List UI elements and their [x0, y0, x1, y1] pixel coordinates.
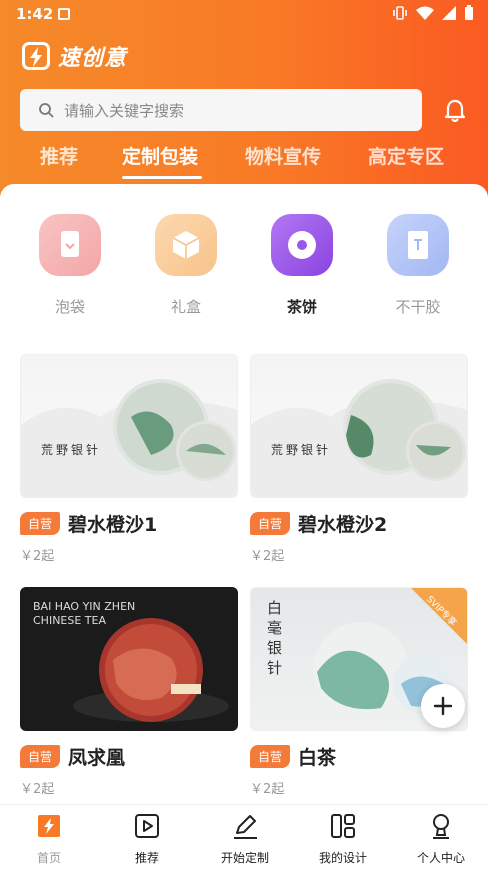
- nav-start-custom[interactable]: 开始定制: [196, 811, 294, 866]
- product-image: 荒野银针: [20, 354, 238, 498]
- search-input[interactable]: 请输入关键字搜索: [20, 89, 422, 131]
- nav-profile[interactable]: 个人中心: [392, 811, 488, 866]
- category-sticker[interactable]: 不干胶: [378, 214, 458, 317]
- product-price: ￥2起: [250, 782, 285, 797]
- logo-text: 速创意: [58, 46, 128, 71]
- tab-promo-materials[interactable]: 物料宣传: [245, 142, 321, 169]
- notification-icon: [58, 8, 70, 20]
- category-pouch[interactable]: 泡袋: [30, 214, 110, 317]
- sticker-icon: [387, 214, 449, 276]
- status-bar: 1:42: [0, 0, 488, 30]
- status-time: 1:42: [16, 5, 54, 23]
- nav-label: 个人中心: [416, 851, 465, 865]
- product-title: 凤求凰: [68, 747, 126, 769]
- home-icon: [38, 815, 60, 837]
- nav-recommend[interactable]: 推荐: [98, 811, 196, 866]
- nav-my-design[interactable]: 我的设计: [294, 811, 392, 866]
- self-operated-badge: 自营: [250, 745, 291, 768]
- app-logo: 速创意: [22, 40, 127, 72]
- category-tabs: 推荐 定制包装 物料宣传 高定专区: [0, 142, 488, 182]
- category-label: 礼盒: [170, 298, 201, 316]
- tab-premium-zone[interactable]: 高定专区: [368, 142, 444, 169]
- nav-home[interactable]: 首页: [0, 811, 98, 866]
- header: 1:42 速创意 请输入关键字搜索 推荐 定制包装 物料宣传 高定专区: [0, 0, 488, 210]
- layout-icon: [331, 814, 355, 838]
- category-label: 茶饼: [286, 298, 317, 316]
- self-operated-badge: 自营: [20, 745, 61, 768]
- status-icons: [392, 5, 474, 21]
- product-card[interactable]: 荒野银针 自营 碧水橙沙1 ￥2起: [20, 354, 238, 564]
- logo-icon: [22, 42, 50, 70]
- self-operated-badge: 自营: [250, 512, 291, 535]
- tab-custom-packaging[interactable]: 定制包装: [122, 142, 198, 169]
- category-label: 不干胶: [395, 298, 441, 316]
- pouch-icon: [39, 214, 101, 276]
- image-text: BAI HAO YIN ZHEN CHINESE TEA: [33, 600, 136, 627]
- tab-recommend[interactable]: 推荐: [40, 142, 78, 169]
- product-card[interactable]: BAI HAO YIN ZHEN CHINESE TEA 自营 凤求凰 ￥2起: [20, 587, 238, 797]
- user-icon: [433, 814, 449, 839]
- nav-label: 推荐: [134, 851, 159, 865]
- nav-label: 开始定制: [220, 851, 269, 865]
- battery-icon: [465, 5, 473, 20]
- product-title: 白茶: [298, 747, 337, 769]
- product-price: ￥2起: [20, 549, 55, 564]
- product-price: ￥2起: [20, 782, 55, 797]
- tea-cake-icon: [271, 214, 333, 276]
- nav-label: 首页: [36, 851, 61, 865]
- gift-box-icon: [155, 214, 217, 276]
- product-image: 荒野银针: [250, 354, 468, 498]
- product-title: 碧水橙沙1: [68, 514, 158, 536]
- nav-label: 我的设计: [318, 851, 367, 865]
- category-label: 泡袋: [54, 298, 85, 316]
- tab-underline: [122, 176, 202, 179]
- product-image: BAI HAO YIN ZHEN CHINESE TEA: [20, 587, 238, 731]
- plus-icon: [433, 696, 453, 716]
- product-card[interactable]: 荒野银针 自营 碧水橙沙2 ￥2起: [250, 354, 468, 564]
- pen-icon: [234, 815, 257, 839]
- bottom-nav: 首页 推荐 开始定制 我的设计 个人中心: [0, 804, 488, 869]
- image-text: 荒野银针: [271, 443, 332, 457]
- search-icon: [39, 103, 54, 118]
- play-icon: [135, 814, 159, 838]
- search-placeholder: 请输入关键字搜索: [64, 101, 185, 120]
- image-text: 荒野银针: [41, 443, 102, 457]
- category-gift-box[interactable]: 礼盒: [146, 214, 226, 317]
- image-text: 白毫银针: [267, 599, 283, 677]
- add-button[interactable]: [421, 684, 465, 728]
- product-price: ￥2起: [250, 549, 285, 564]
- vibrate-icon: [393, 6, 407, 20]
- bell-icon[interactable]: [442, 98, 468, 128]
- category-tea-cake[interactable]: 茶饼: [262, 214, 342, 317]
- self-operated-badge: 自营: [20, 512, 61, 535]
- signal-icon: [442, 6, 456, 20]
- main-content: 泡袋 礼盒 茶饼 不干胶 荒野银针 自营 碧水橙沙1 ￥2起 荒野银针 自营 碧…: [0, 184, 488, 804]
- product-title: 碧水橙沙2: [298, 514, 388, 536]
- wifi-icon: [416, 6, 434, 20]
